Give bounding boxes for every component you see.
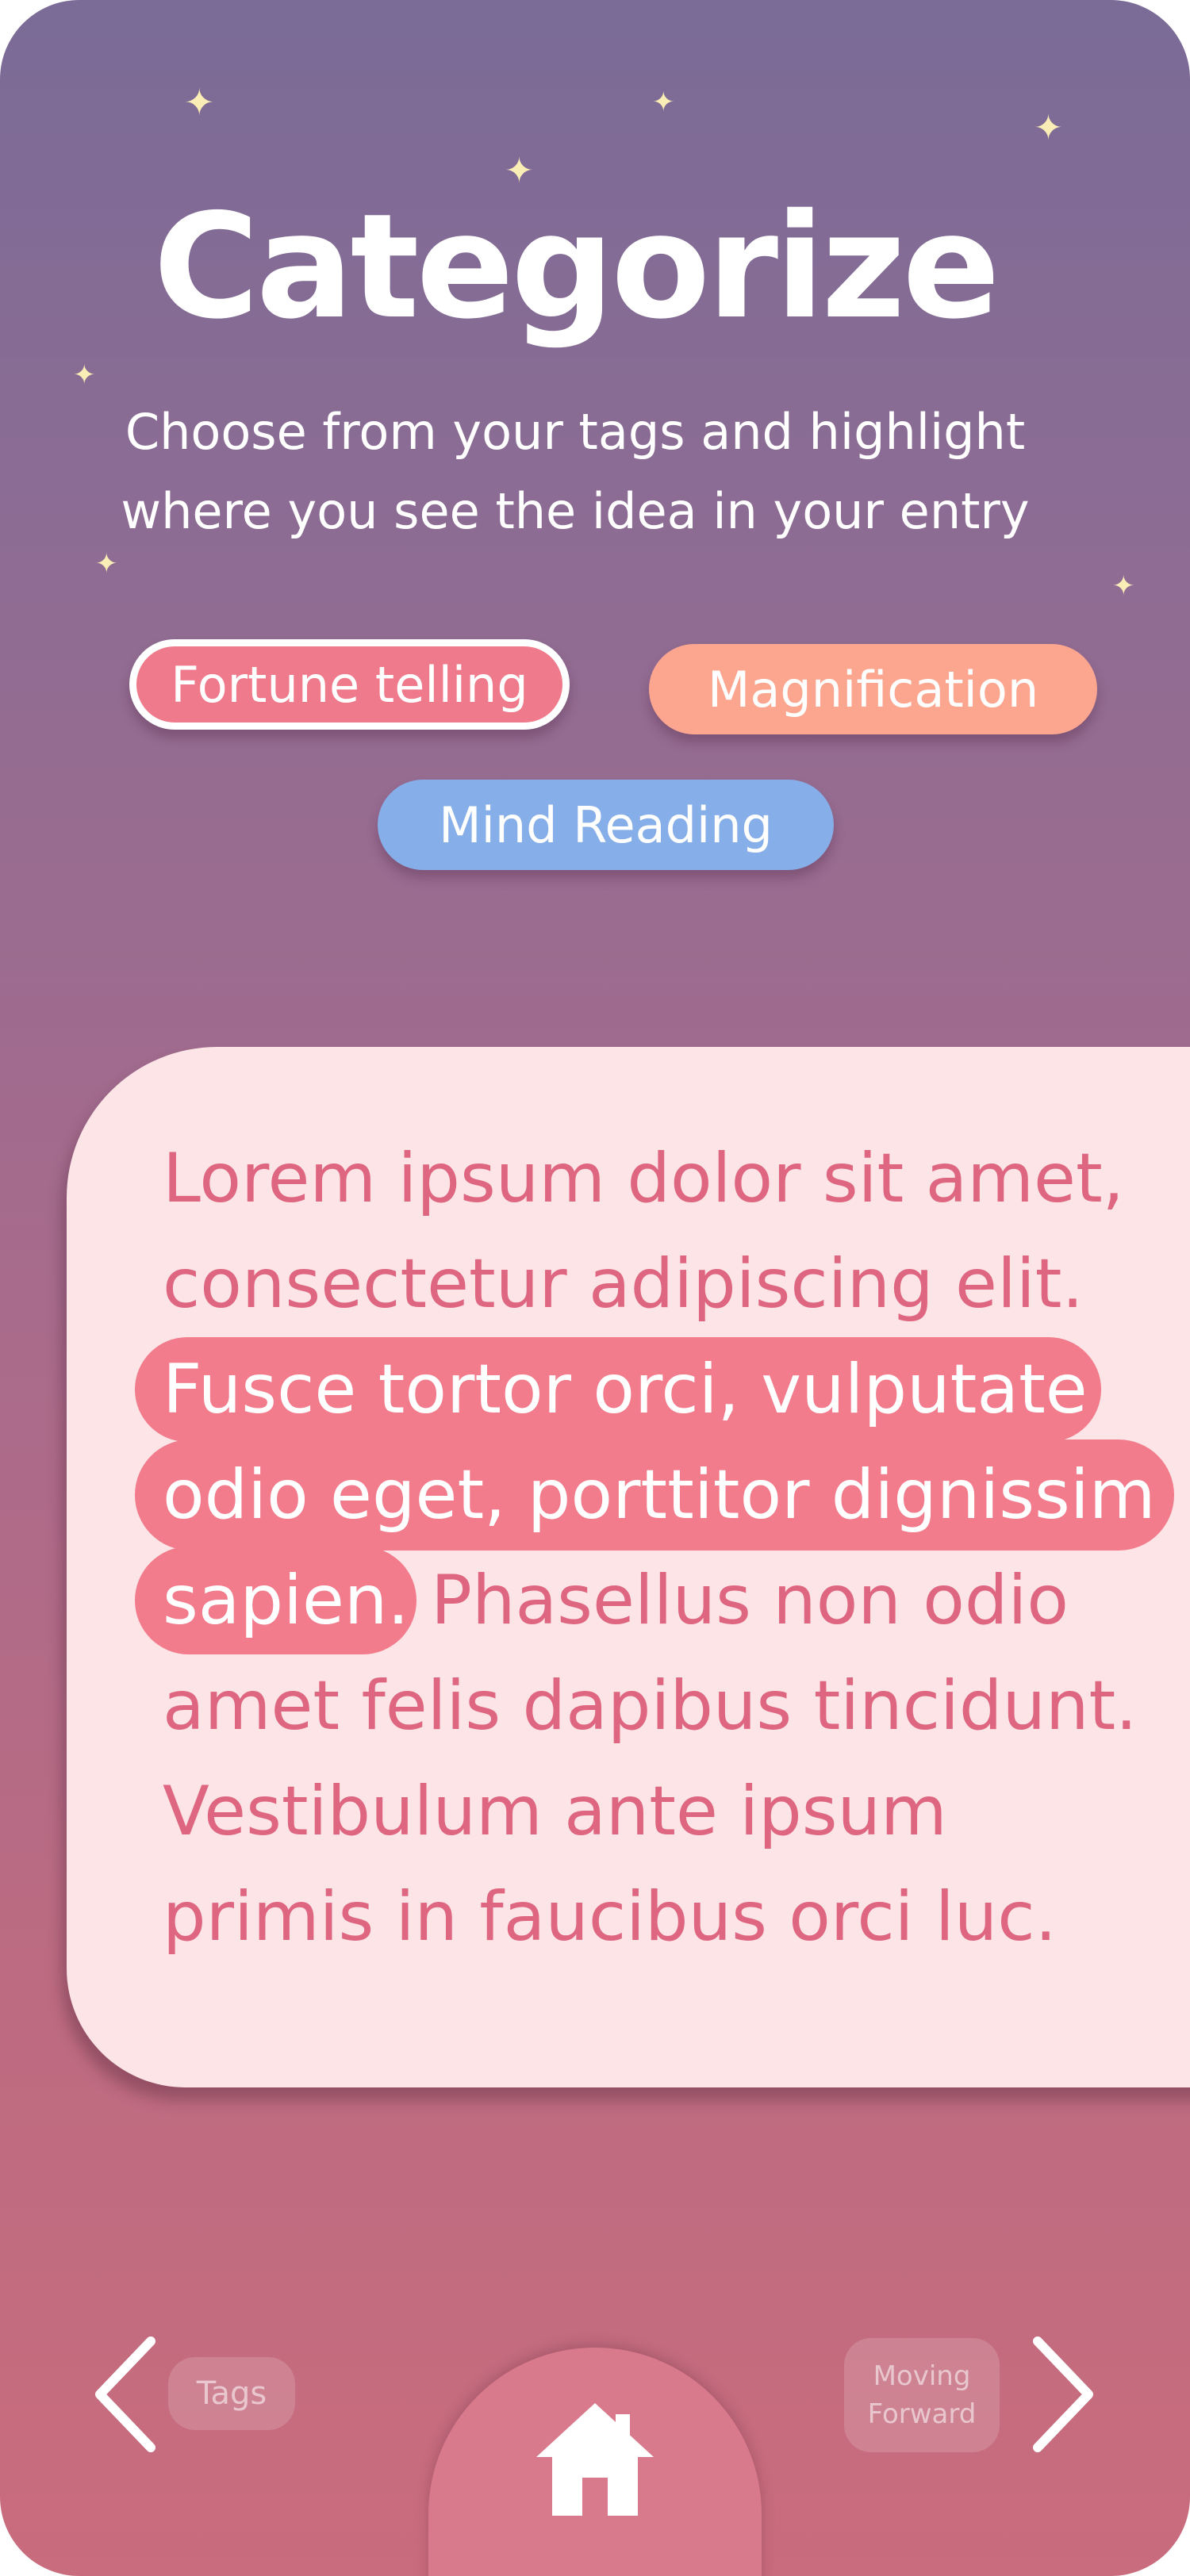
home-button[interactable] (428, 2348, 762, 2576)
chevron-right-icon[interactable] (1028, 2335, 1100, 2454)
back-button-label: Tags (196, 2375, 267, 2412)
home-icon (536, 2403, 654, 2516)
entry-text: Lorem ipsum dolor sit amet, (163, 1139, 1125, 1218)
entry-text: primis in faucibus orci luc. (163, 1877, 1057, 1957)
subtitle-line: where you see the idea in your entry (121, 482, 1030, 540)
entry-text: amet felis dapibus tincidunt. (163, 1666, 1138, 1746)
highlighted-text: odio eget, porttitor dignissim (163, 1455, 1156, 1535)
sparkle-icon: ✦ (73, 359, 96, 391)
sparkle-icon: ✦ (1034, 108, 1063, 148)
entry-line: Vestibulum ante ipsum (163, 1759, 1186, 1865)
page-subtitle: Choose from your tags and highlight wher… (71, 393, 1079, 551)
entry-line: consectetur adipiscing elit. (163, 1232, 1186, 1337)
sparkle-icon: ✦ (95, 548, 118, 580)
tag-fortune-telling[interactable]: Fortune telling (129, 639, 570, 730)
screen: ✦ ✦ ✦ ✦ ✦ ✦ ✦ Categorize Choose from you… (0, 0, 1190, 2576)
entry-line: Lorem ipsum dolor sit amet, (163, 1126, 1186, 1232)
moving-forward-button[interactable]: Moving Forward (844, 2338, 1000, 2452)
back-to-tags-button[interactable]: Tags (168, 2357, 295, 2430)
entry-line: sapien. Phasellus non odio (163, 1548, 1186, 1654)
highlighted-text: sapien. (163, 1561, 409, 1640)
subtitle-line: Choose from your tags and highlight (125, 403, 1026, 461)
sparkle-icon: ✦ (1112, 570, 1135, 602)
entry-line: Fusce tortor orci, vulputate (163, 1337, 1186, 1443)
forward-button-label: Forward (867, 2398, 977, 2430)
page-title: Categorize (153, 182, 1000, 351)
sparkle-icon: ✦ (184, 81, 215, 124)
journal-entry-text[interactable]: Lorem ipsum dolor sit amet, consectetur … (163, 1126, 1186, 1970)
chevron-left-icon[interactable] (89, 2335, 160, 2454)
sparkle-icon: ✦ (652, 86, 675, 118)
entry-line: odio eget, porttitor dignissim (163, 1443, 1186, 1548)
tag-magnification[interactable]: Magnification (649, 644, 1097, 734)
entry-text: consectetur adipiscing elit. (163, 1244, 1084, 1324)
highlighted-text: Fusce tortor orci, vulputate (163, 1350, 1088, 1429)
entry-line: primis in faucibus orci luc. (163, 1865, 1186, 1970)
entry-text: Phasellus non odio (409, 1561, 1069, 1640)
forward-button-label: Moving (873, 2360, 971, 2392)
entry-text: Vestibulum ante ipsum (163, 1772, 947, 1851)
entry-line: amet felis dapibus tincidunt. (163, 1654, 1186, 1759)
tag-mind-reading[interactable]: Mind Reading (378, 780, 834, 870)
